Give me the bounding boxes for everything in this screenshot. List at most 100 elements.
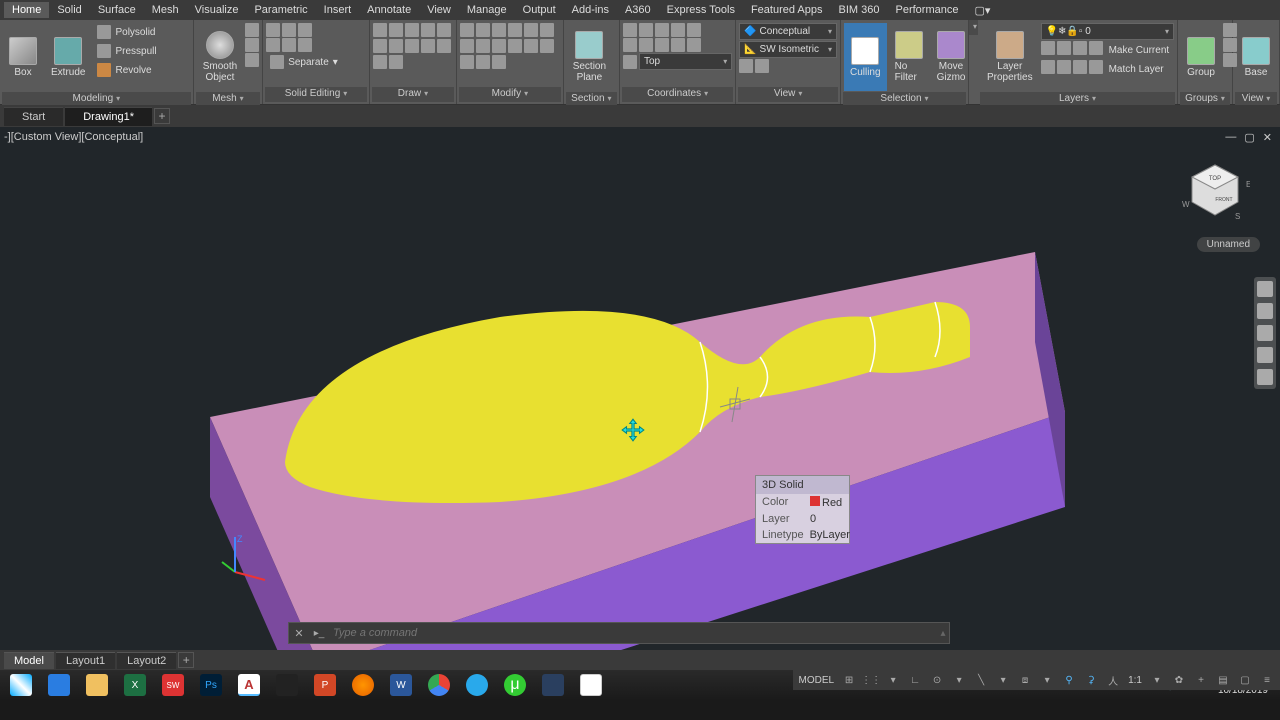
panel-title-view2[interactable]: View bbox=[1235, 92, 1277, 105]
ucs-icon2[interactable] bbox=[639, 23, 653, 37]
offset-icon[interactable] bbox=[540, 39, 554, 53]
move-gizmo-button[interactable]: Move Gizmo bbox=[931, 23, 972, 91]
ucs-icon5[interactable] bbox=[687, 23, 701, 37]
se-icon1[interactable] bbox=[266, 23, 280, 37]
taskbar-ie[interactable] bbox=[42, 672, 76, 698]
customize-icon[interactable]: ≡ bbox=[1260, 673, 1274, 687]
doc-tab-drawing1[interactable]: Drawing1* bbox=[65, 107, 152, 126]
tab-a360[interactable]: A360 bbox=[617, 2, 659, 18]
se-icon3[interactable] bbox=[298, 23, 312, 37]
panel-title-solid-editing[interactable]: Solid Editing bbox=[265, 87, 367, 102]
taskbar-powerpoint[interactable]: P bbox=[308, 672, 342, 698]
taskbar-word[interactable]: W bbox=[384, 672, 418, 698]
taskbar-chrome[interactable] bbox=[422, 672, 456, 698]
taskbar-solidworks[interactable]: SW bbox=[156, 672, 190, 698]
se-icon5[interactable] bbox=[282, 38, 296, 52]
ucs-dropdown[interactable]: Top bbox=[639, 53, 732, 70]
cmd-close-icon[interactable]: ✕ bbox=[289, 627, 309, 640]
separate-button[interactable]: Separate▾ bbox=[266, 53, 342, 71]
ellipse-icon[interactable] bbox=[373, 39, 387, 53]
trim-icon[interactable] bbox=[492, 23, 506, 37]
group-button[interactable]: Group bbox=[1181, 23, 1221, 91]
command-line[interactable]: ✕ ▸_ ▴ bbox=[288, 622, 950, 644]
revolve-button[interactable]: Revolve bbox=[93, 61, 160, 79]
grid-toggle-icon[interactable]: ⊞ bbox=[842, 673, 856, 687]
match-layer-button[interactable]: Match Layer bbox=[1105, 60, 1168, 78]
ucs-icon[interactable]: Z bbox=[220, 532, 270, 582]
nav-zoom-icon[interactable] bbox=[1257, 325, 1273, 341]
status-scale[interactable]: 1:1 bbox=[1128, 675, 1142, 686]
cmd-expand-icon[interactable]: ▴ bbox=[937, 628, 949, 639]
se-icon6[interactable] bbox=[298, 38, 312, 52]
status-dd2[interactable]: ▾ bbox=[952, 673, 966, 687]
layer-icon2[interactable] bbox=[1057, 41, 1071, 55]
3dosnap-icon[interactable]: ⧈ bbox=[1018, 673, 1032, 687]
taskbar-explorer[interactable] bbox=[80, 672, 114, 698]
base-button[interactable]: Base bbox=[1236, 23, 1276, 91]
dyn2-icon[interactable]: ⚳ bbox=[1084, 673, 1098, 687]
taskbar-autocad[interactable]: A bbox=[232, 672, 266, 698]
ucs-icon8[interactable] bbox=[655, 38, 669, 52]
scale-dd[interactable]: ▾ bbox=[1150, 673, 1164, 687]
layer-icon4[interactable] bbox=[1089, 41, 1103, 55]
layout-tab-2[interactable]: Layout2 bbox=[117, 652, 176, 669]
break-icon[interactable] bbox=[476, 55, 490, 69]
mesh-icon2[interactable] bbox=[245, 38, 259, 52]
tab-bim360[interactable]: BIM 360 bbox=[831, 2, 888, 18]
mirror-icon[interactable] bbox=[540, 23, 554, 37]
taskbar-firefox[interactable] bbox=[346, 672, 380, 698]
status-dd3[interactable]: ▾ bbox=[996, 673, 1010, 687]
panel-title-draw[interactable]: Draw bbox=[372, 87, 454, 102]
ucs-icon9[interactable] bbox=[671, 38, 685, 52]
panel-title-selection[interactable]: Selection bbox=[843, 92, 966, 105]
tab-manage[interactable]: Manage bbox=[459, 2, 515, 18]
layer-icon3[interactable] bbox=[1073, 41, 1087, 55]
extrude-button[interactable]: Extrude bbox=[45, 23, 91, 91]
ucs-icon11[interactable] bbox=[623, 55, 637, 69]
polar-icon[interactable]: ⊙ bbox=[930, 673, 944, 687]
osnap-icon[interactable]: ╲ bbox=[974, 673, 988, 687]
command-input[interactable] bbox=[329, 627, 937, 639]
status-model[interactable]: MODEL bbox=[799, 675, 835, 686]
viewcube-label[interactable]: Unnamed bbox=[1197, 237, 1260, 252]
add-layout-button[interactable]: + bbox=[178, 652, 194, 668]
layer-icon6[interactable] bbox=[1057, 60, 1071, 74]
tab-view[interactable]: View bbox=[419, 2, 459, 18]
tab-surface[interactable]: Surface bbox=[90, 2, 144, 18]
nav-wheel-icon[interactable] bbox=[1257, 281, 1273, 297]
erase-icon[interactable] bbox=[508, 23, 522, 37]
mesh-icon1[interactable] bbox=[245, 23, 259, 37]
panel-title-view[interactable]: View bbox=[738, 87, 838, 102]
taskbar-excel[interactable]: X bbox=[118, 672, 152, 698]
taskbar-app2[interactable] bbox=[536, 672, 570, 698]
ucs-icon4[interactable] bbox=[671, 23, 685, 37]
spline-icon[interactable] bbox=[389, 39, 403, 53]
taskbar-telegram[interactable] bbox=[460, 672, 494, 698]
view-icon2[interactable] bbox=[755, 59, 769, 73]
tab-addins[interactable]: Add-ins bbox=[564, 2, 617, 18]
mesh-icon3[interactable] bbox=[245, 53, 259, 67]
cmd-history-icon[interactable]: ▸_ bbox=[309, 628, 329, 639]
polyline-icon[interactable] bbox=[389, 23, 403, 37]
ortho-icon[interactable]: ∟ bbox=[908, 673, 922, 687]
status-dd1[interactable]: ▾ bbox=[886, 673, 900, 687]
line-icon[interactable] bbox=[373, 23, 387, 37]
stretch-icon[interactable] bbox=[492, 39, 506, 53]
panel-title-groups[interactable]: Groups bbox=[1180, 92, 1230, 105]
copy-icon[interactable] bbox=[524, 23, 538, 37]
helix-icon[interactable] bbox=[373, 55, 387, 69]
tab-parametric[interactable]: Parametric bbox=[246, 2, 315, 18]
taskbar-app1[interactable] bbox=[270, 672, 304, 698]
explode-icon[interactable] bbox=[476, 39, 490, 53]
presspull-button[interactable]: Presspull bbox=[93, 42, 160, 60]
arc-icon[interactable] bbox=[421, 23, 435, 37]
nav-showmotion-icon[interactable] bbox=[1257, 369, 1273, 385]
tab-performance[interactable]: Performance bbox=[887, 2, 966, 18]
visual-style-dropdown[interactable]: 🔷 Conceptual bbox=[739, 23, 837, 40]
panel-title-modify[interactable]: Modify bbox=[459, 87, 561, 102]
start-button[interactable] bbox=[4, 672, 38, 698]
array-icon[interactable] bbox=[524, 39, 538, 53]
tab-home[interactable]: Home bbox=[4, 2, 49, 18]
tab-annotate[interactable]: Annotate bbox=[359, 2, 419, 18]
status-dd4[interactable]: ▾ bbox=[1040, 673, 1054, 687]
